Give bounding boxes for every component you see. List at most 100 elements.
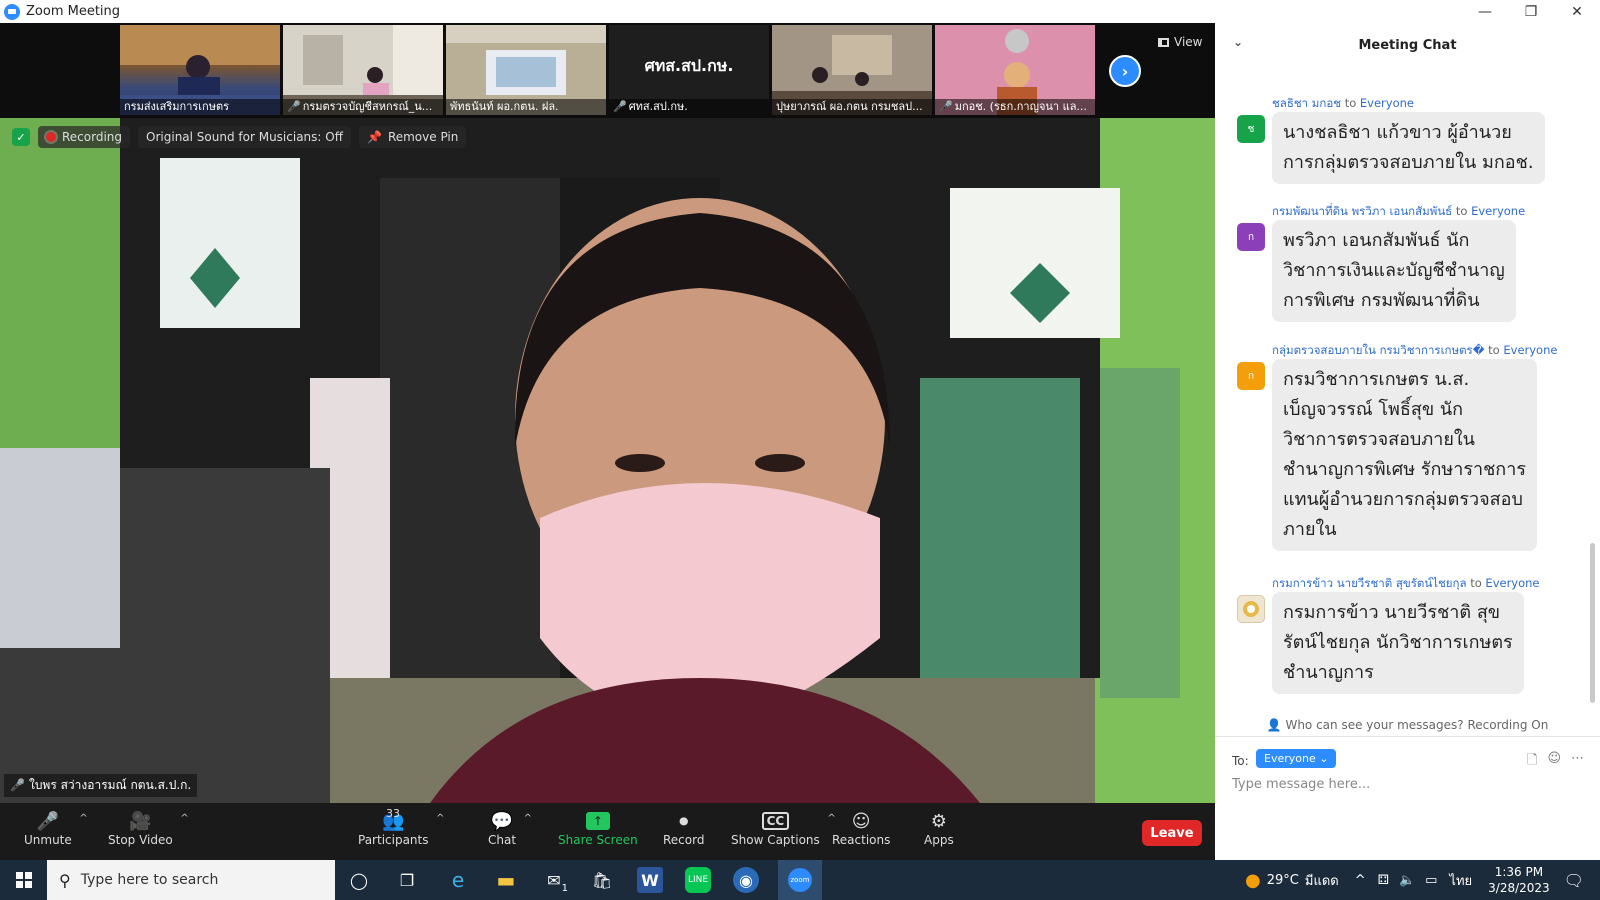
participant-thumb[interactable]: ปุษยาภรณ์ ผอ.กตน กรมชลป...	[772, 25, 932, 115]
thumb-label: 🎤 กรมตรวจบัญชีสหกรณ์_น...	[283, 99, 443, 115]
muted-mic-icon: 🎤	[939, 100, 953, 113]
participant-thumb[interactable]: กรมส่งเสริมการเกษตร	[120, 25, 280, 115]
share-screen-icon: ↑	[585, 809, 610, 833]
participants-button[interactable]: 👥 33 Participants ^	[358, 807, 445, 847]
participant-thumb[interactable]: พัทธนันท์ ผอ.กตน. ฝล.	[446, 25, 606, 115]
input-language[interactable]: ไทย	[1449, 870, 1472, 891]
view-button[interactable]: View	[1158, 35, 1202, 49]
chat-header: ⌄ Meeting Chat	[1215, 23, 1600, 67]
thumb-label: 🎤 ศทส.สป.กษ.	[609, 99, 769, 115]
reactions-smile-icon: ☺	[851, 810, 871, 832]
video-options-caret-icon[interactable]: ^	[180, 813, 188, 824]
share-screen-button[interactable]: ↑ Share Screen	[558, 809, 638, 847]
to-label: To:	[1232, 754, 1249, 768]
mail-icon[interactable]: ✉ 1	[538, 864, 570, 896]
video-overlay: ✓ Recording Original Sound for Musicians…	[12, 126, 467, 148]
stop-video-button[interactable]: 🎥 Stop Video ^	[108, 809, 189, 848]
audio-options-caret-icon[interactable]: ^	[79, 813, 87, 824]
unmute-button[interactable]: 🎤 Unmute ^	[24, 809, 88, 848]
next-page-arrow-icon[interactable]: ›	[1109, 55, 1141, 87]
participant-thumb[interactable]: 🎤 มกอช. (รธก.กาญจนา แล...	[935, 25, 1095, 115]
file-attach-icon[interactable]: 🗋	[1527, 751, 1537, 773]
speaker-video-image	[0, 118, 1215, 803]
start-button[interactable]	[0, 860, 47, 900]
muted-mic-icon: 🎤	[10, 778, 25, 792]
restore-button[interactable]: ❐	[1508, 0, 1554, 23]
encryption-shield-icon[interactable]: ✓	[12, 128, 30, 146]
message-header: ชลธิชา มกอช to Everyone	[1272, 96, 1414, 110]
line-app-icon[interactable]: LINE	[685, 867, 711, 893]
thumb-label: 🎤 มกอช. (รธก.กาญจนา แล...	[935, 99, 1095, 115]
compose-actions: 🗋 ☺ ⋯	[1527, 751, 1584, 773]
emoji-icon[interactable]: ☺	[1547, 751, 1561, 773]
avatar: ก	[1237, 362, 1265, 390]
message-header: กรมพัฒนาที่ดิน พรวิภา เอนกสัมพันธ์ to Ev…	[1272, 204, 1526, 218]
window-titlebar: Zoom Meeting — ❐ ✕	[0, 0, 1600, 23]
chat-message-input[interactable]: Type message here...	[1232, 777, 1370, 792]
chat-options-caret-icon[interactable]: ^	[524, 813, 532, 824]
reactions-button[interactable]: ☺ Reactions	[832, 809, 890, 848]
word-icon[interactable]: W	[637, 867, 663, 893]
pin-icon: 📌	[366, 130, 382, 144]
original-sound-toggle[interactable]: Original Sound for Musicians: Off	[138, 126, 351, 148]
message-bubble: นางชลธิชา แก้วขาว ผู้อำนวย การกลุ่มตรวจส…	[1272, 112, 1545, 184]
participant-thumb[interactable]: 🎤 กรมตรวจบัญชีสหกรณ์_น...	[283, 25, 443, 115]
weather-description: มีแดด	[1304, 873, 1339, 889]
remove-pin-button[interactable]: 📌 Remove Pin	[358, 126, 467, 148]
chat-message: ชลธิชา มกอช to Everyone ช นางชลธิชา แก้ว…	[1237, 95, 1567, 195]
meeting-chat-panel: ⌄ Meeting Chat ชลธิชา มกอช to Everyone ช…	[1215, 23, 1600, 860]
message-header: กรมการข้าว นายวีรชาติ สุขรัตน์ไชยกุล to …	[1272, 576, 1540, 590]
microsoft-store-icon[interactable]: 🛍	[586, 864, 618, 896]
edge-browser-icon[interactable]: e	[442, 864, 474, 896]
person-lock-icon: 👤	[1266, 718, 1282, 732]
windows-logo-icon	[15, 872, 32, 888]
more-options-icon[interactable]: ⋯	[1571, 751, 1584, 773]
chat-bubble-icon: 💬	[490, 810, 514, 832]
close-button[interactable]: ✕	[1554, 0, 1600, 23]
file-explorer-icon[interactable]: ▬	[490, 864, 522, 896]
meeting-toolbar: 🎤 Unmute ^ 🎥 Stop Video ^ 👥 33 Participa…	[0, 803, 1215, 860]
system-clock[interactable]: 1:36 PM 3/28/2023	[1488, 864, 1550, 896]
chat-button[interactable]: 💬 Chat ^	[488, 809, 532, 848]
windows-taskbar: ⚲ Type here to search ◯ ❐ e ▬ ✉ 1 🛍 W LIN…	[0, 860, 1600, 900]
speaker-icon[interactable]: 🔈	[1399, 873, 1415, 888]
participants-options-caret-icon[interactable]: ^	[436, 813, 444, 824]
chevron-up-icon[interactable]: ^	[1355, 873, 1366, 888]
chevron-down-icon[interactable]: ⌄	[1233, 35, 1243, 49]
weather-temperature[interactable]: 29°C	[1267, 873, 1299, 888]
zoom-taskbar-icon[interactable]: zoom	[778, 860, 822, 900]
message-bubble: กรมการข้าว นายวีรชาติ สุข รัตน์ไชยกุล นั…	[1272, 592, 1524, 694]
chat-message: กลุ่มตรวจสอบภายใน กรมวิชาการเกษตร� to Ev…	[1237, 342, 1567, 572]
taskbar-search-box[interactable]: ⚲ Type here to search	[47, 860, 335, 900]
avatar: ก	[1237, 223, 1265, 251]
chat-message: กรมพัฒนาที่ดิน พรวิภา เอนกสัมพันธ์ to Ev…	[1237, 203, 1567, 333]
message-visibility-link[interactable]: 👤 Who can see your messages? Recording O…	[1215, 718, 1600, 732]
participant-strip: กรมส่งเสริมการเกษตร 🎤 กรมตรวจบัญชีสหกรณ์_…	[0, 23, 1215, 118]
chat-message: กรมการข้าว นายวีรชาติ สุขรัตน์ไชยกุล to …	[1237, 575, 1567, 705]
apps-button[interactable]: ⚙ Apps	[924, 809, 954, 848]
cortana-icon[interactable]: ◯	[343, 864, 375, 896]
recording-indicator[interactable]: Recording	[38, 126, 131, 148]
recipient-dropdown[interactable]: Everyone ⌄	[1256, 749, 1337, 768]
screen: Zoom Meeting — ❐ ✕ กรมส่งเสริมการเกษตร 🎤…	[0, 0, 1600, 900]
chevron-down-icon: ⌄	[1319, 752, 1329, 765]
thumb-label: พัทธนันท์ ผอ.กตน. ฝล.	[446, 99, 606, 115]
apps-icon: ⚙	[930, 810, 947, 832]
chat-scrollbar[interactable]	[1590, 543, 1595, 703]
minimize-button[interactable]: —	[1462, 0, 1508, 23]
notifications-icon[interactable]: 🗨	[1564, 871, 1584, 890]
globe-app-icon[interactable]: ◉	[733, 867, 759, 893]
display-icon[interactable]: ▭	[1425, 873, 1437, 888]
leave-button[interactable]: Leave	[1142, 820, 1202, 846]
recording-dot-icon	[46, 132, 56, 142]
thumb-label: กรมส่งเสริมการเกษตร	[120, 99, 280, 115]
system-tray: ● 29°C มีแดด ^ ⚃ 🔈 ▭ ไทย 1:36 PM 3/28/20…	[1245, 860, 1600, 900]
record-button[interactable]: ⏺ Record	[663, 809, 704, 848]
cc-icon: CC	[761, 812, 790, 830]
network-icon[interactable]: ⚃	[1378, 873, 1389, 888]
participant-thumb[interactable]: ศทส.สป.กษ. 🎤 ศทส.สป.กษ.	[609, 25, 769, 115]
weather-sun-icon[interactable]: ●	[1245, 870, 1261, 891]
show-captions-button[interactable]: CC Show Captions ^	[731, 809, 836, 847]
task-view-icon[interactable]: ❐	[391, 864, 423, 896]
zoom-app-icon	[4, 3, 20, 20]
